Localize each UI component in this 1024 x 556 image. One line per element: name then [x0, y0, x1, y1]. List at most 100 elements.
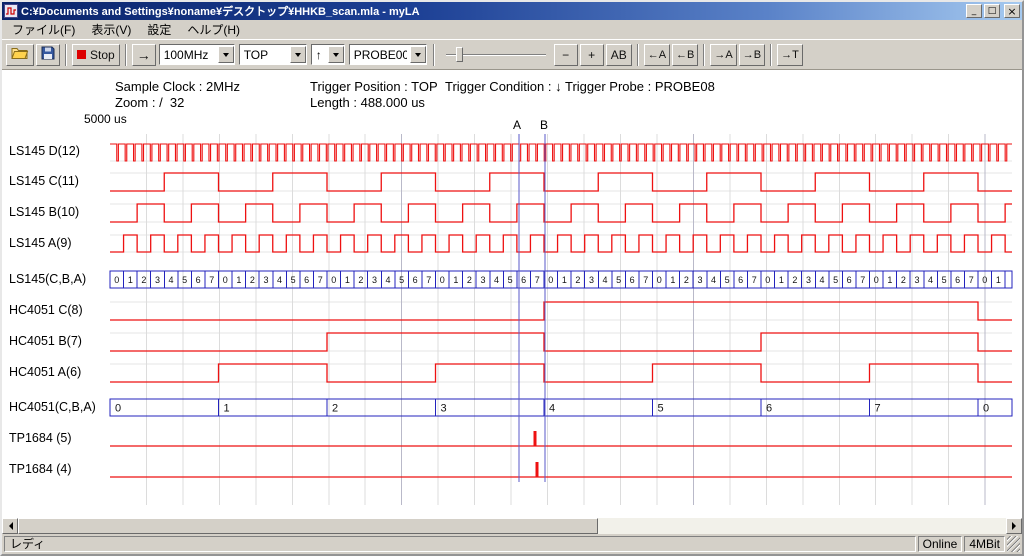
svg-text:2: 2: [684, 275, 689, 285]
trigger-position-value: TOP: [244, 48, 287, 62]
svg-text:3: 3: [372, 275, 377, 285]
channel-label-hc4051-a6[interactable]: HC4051 A(6): [9, 365, 81, 379]
zoom-in-button[interactable]: +: [580, 44, 604, 66]
svg-text:5: 5: [725, 275, 730, 285]
channel-label-ls145-b10[interactable]: LS145 B(10): [9, 205, 79, 219]
channel-label-ls145-bus[interactable]: LS145(C,B,A): [9, 272, 86, 286]
maximize-button[interactable]: □: [984, 4, 1000, 18]
svg-text:3: 3: [263, 275, 268, 285]
resize-grip[interactable]: [1007, 536, 1020, 552]
channel-label-tp1684-4[interactable]: TP1684 (4): [9, 462, 72, 476]
menu-file[interactable]: ファイル(F): [4, 19, 83, 40]
menu-bar: ファイル(F) 表示(V) 設定 ヘルプ(H): [2, 20, 1022, 40]
svg-text:6: 6: [304, 275, 309, 285]
app-window: C:¥Documents and Settings¥noname¥デスクトップ¥…: [0, 0, 1024, 556]
open-folder-icon: [11, 46, 29, 63]
toolbar-separator: [125, 44, 127, 66]
svg-text:3: 3: [589, 275, 594, 285]
chevron-down-icon[interactable]: [328, 46, 344, 63]
svg-text:3: 3: [480, 275, 485, 285]
slider-handle[interactable]: [456, 47, 463, 62]
svg-text:1: 1: [224, 403, 230, 415]
scrollbar-track[interactable]: [598, 518, 1006, 534]
scrollbar-thumb[interactable]: [18, 518, 598, 534]
svg-text:2: 2: [250, 275, 255, 285]
chevron-down-icon[interactable]: [290, 46, 306, 63]
svg-text:1: 1: [345, 275, 350, 285]
trigger-position-select[interactable]: TOP: [239, 44, 307, 65]
toolbar-separator: [770, 44, 772, 66]
set-marker-a-button[interactable]: →A: [710, 44, 736, 66]
svg-text:2: 2: [358, 275, 363, 285]
svg-text:6: 6: [955, 275, 960, 285]
svg-text:1: 1: [453, 275, 458, 285]
sample-clock-select[interactable]: 100MHz: [159, 44, 235, 65]
svg-text:0: 0: [982, 275, 987, 285]
scroll-right-button[interactable]: [1006, 518, 1022, 534]
svg-text:0: 0: [874, 275, 879, 285]
ab-range-button[interactable]: AB: [606, 44, 632, 66]
svg-text:3: 3: [155, 275, 160, 285]
svg-text:2: 2: [575, 275, 580, 285]
goto-trigger-button[interactable]: →T: [777, 44, 803, 66]
svg-text:7: 7: [209, 275, 214, 285]
svg-text:0: 0: [223, 275, 228, 285]
channel-label-hc4051-c8[interactable]: HC4051 C(8): [9, 303, 83, 317]
svg-text:1: 1: [562, 275, 567, 285]
set-marker-b-button[interactable]: →B: [739, 44, 765, 66]
channel-label-tp1684-5[interactable]: TP1684 (5): [9, 431, 72, 445]
toolbar-separator: [637, 44, 639, 66]
svg-text:2: 2: [141, 275, 146, 285]
zoom-out-button[interactable]: −: [554, 44, 578, 66]
channel-label-ls145-a9[interactable]: LS145 A(9): [9, 236, 72, 250]
svg-text:0: 0: [765, 275, 770, 285]
online-indicator: Online: [918, 536, 963, 552]
svg-text:4: 4: [494, 275, 499, 285]
svg-text:4: 4: [820, 275, 825, 285]
horizontal-scrollbar[interactable]: [2, 518, 1022, 534]
title-bar[interactable]: C:¥Documents and Settings¥noname¥デスクトップ¥…: [2, 2, 1022, 20]
menu-settings[interactable]: 設定: [139, 19, 179, 40]
channel-label-ls145-d12[interactable]: LS145 D(12): [9, 144, 80, 158]
svg-text:4: 4: [386, 275, 391, 285]
marker-b-label[interactable]: B: [540, 118, 548, 132]
svg-text:3: 3: [697, 275, 702, 285]
channel-label-hc4051-bus[interactable]: HC4051(C,B,A): [9, 400, 96, 414]
svg-text:6: 6: [766, 403, 772, 415]
svg-text:4: 4: [711, 275, 716, 285]
run-button[interactable]: →: [132, 44, 156, 66]
svg-text:1: 1: [996, 275, 1001, 285]
svg-text:0: 0: [548, 275, 553, 285]
marker-a-label[interactable]: A: [513, 118, 521, 132]
goto-marker-b-button[interactable]: ←B: [672, 44, 698, 66]
open-file-button[interactable]: [6, 44, 34, 66]
svg-text:5: 5: [942, 275, 947, 285]
minimize-button[interactable]: _: [966, 4, 982, 18]
scroll-left-button[interactable]: [2, 518, 18, 534]
toolbar-separator: [433, 44, 435, 66]
toolbar-separator: [65, 44, 67, 66]
stop-icon: [77, 50, 86, 59]
svg-text:6: 6: [847, 275, 852, 285]
svg-text:7: 7: [752, 275, 757, 285]
chevron-down-icon[interactable]: [410, 46, 426, 63]
channel-label-hc4051-b7[interactable]: HC4051 B(7): [9, 334, 82, 348]
channel-label-ls145-c11[interactable]: LS145 C(11): [9, 174, 79, 188]
menu-view[interactable]: 表示(V): [83, 19, 139, 40]
svg-text:1: 1: [128, 275, 133, 285]
save-button[interactable]: [36, 44, 60, 66]
floppy-disk-icon: [41, 46, 55, 63]
zoom-slider[interactable]: [444, 44, 548, 66]
trigger-edge-select[interactable]: ↑: [311, 44, 345, 65]
svg-text:3: 3: [914, 275, 919, 285]
waveform-plot[interactable]: 0123456701234567012345670123456701234567…: [2, 70, 1022, 518]
trigger-probe-select[interactable]: PROBE00: [349, 44, 427, 65]
svg-text:7: 7: [860, 275, 865, 285]
goto-marker-a-button[interactable]: ←A: [644, 44, 670, 66]
menu-help[interactable]: ヘルプ(H): [179, 19, 248, 40]
close-button[interactable]: ×: [1004, 4, 1020, 18]
toolbar-separator: [703, 44, 705, 66]
toolbar: Stop → 100MHz TOP ↑ PROBE00 − + AB: [2, 40, 1022, 70]
chevron-down-icon[interactable]: [218, 46, 234, 63]
stop-button[interactable]: Stop: [72, 44, 120, 66]
